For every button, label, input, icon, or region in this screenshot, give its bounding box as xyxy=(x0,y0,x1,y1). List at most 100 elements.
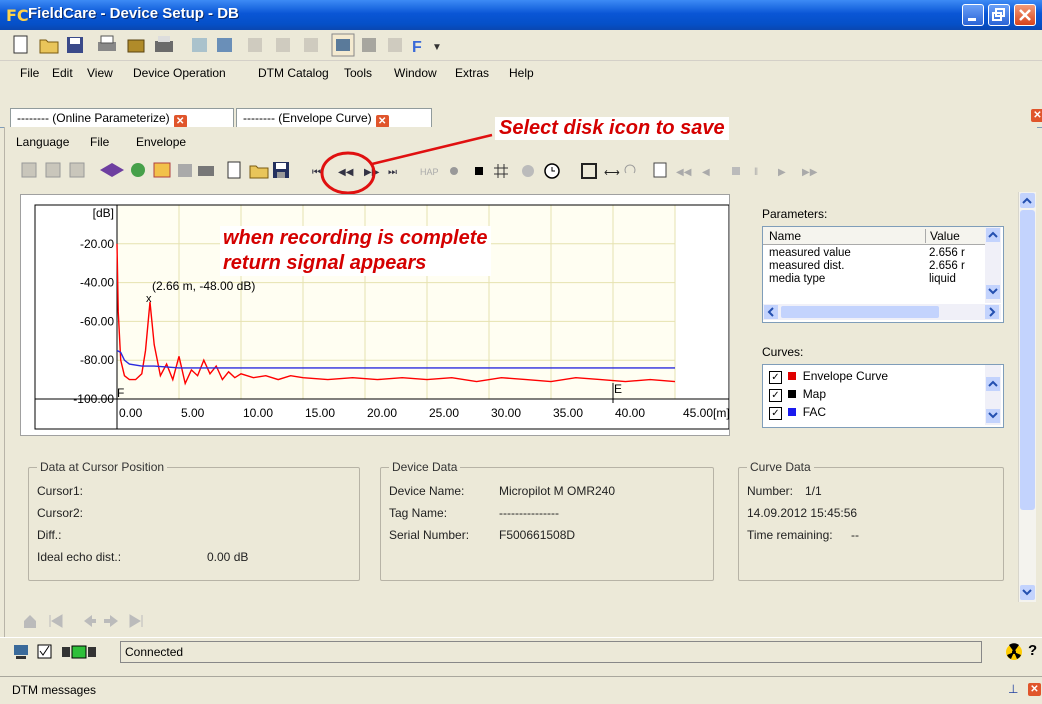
dropdown-arrow-icon: ▼ xyxy=(432,42,442,53)
parameters-vscroll[interactable] xyxy=(985,227,1001,303)
device-name-value: Micropilot M OMR240 xyxy=(499,484,616,498)
param-value: liquid xyxy=(929,273,956,285)
save-disk-icon xyxy=(273,162,289,178)
y-tick-label: -60.00 xyxy=(80,314,114,328)
menu-help[interactable]: Help xyxy=(509,66,534,80)
header-name: Name xyxy=(769,229,802,243)
minimize-icon xyxy=(968,18,976,21)
cursor1-label: Cursor1: xyxy=(37,484,84,498)
tab-label: -------- (Online Parameterize) xyxy=(17,111,170,125)
x-tick-label: 5.00 xyxy=(181,406,205,420)
menu-file[interactable]: File xyxy=(20,66,39,80)
close-icon xyxy=(1019,9,1031,21)
y-axis-label: [dB] xyxy=(93,206,114,220)
tag-name-value: --------------- xyxy=(499,506,559,520)
ideal-echo-value: 0.00 dB xyxy=(207,550,249,564)
device-data-group: Device Data Device Name: Micropilot M OM… xyxy=(380,460,714,581)
menu-extras[interactable]: Extras xyxy=(455,66,489,80)
close-window-button[interactable] xyxy=(1014,4,1036,26)
x-tick-label: 15.00 xyxy=(305,406,335,420)
parameters-table[interactable]: Name Value measured value measured dist.… xyxy=(762,226,1004,323)
curves-list[interactable]: ✓ Envelope Curve ✓ Map ✓ FAC xyxy=(762,364,1004,428)
menu-edit[interactable]: Edit xyxy=(52,66,73,80)
close-messages-icon[interactable]: ✕ xyxy=(1028,683,1041,696)
submenu-language[interactable]: Language xyxy=(16,135,69,149)
submenu-envelope[interactable]: Envelope xyxy=(136,135,186,149)
settings-icon xyxy=(131,163,145,177)
curve-data-group: Curve Data Number: 1/1 14.09.2012 15:45:… xyxy=(738,460,1004,581)
param-name: measured value xyxy=(769,247,851,259)
y-tick-label: -80.00 xyxy=(80,353,114,367)
x-tick-label: 10.00 xyxy=(243,406,273,420)
scan-icon xyxy=(362,38,376,52)
submenu-file[interactable]: File xyxy=(90,135,109,149)
curve-item-fac[interactable]: ✓ FAC xyxy=(769,405,826,420)
restore-button[interactable] xyxy=(988,4,1010,26)
scroll-arrows-icon xyxy=(986,228,1000,299)
parameters-hscroll[interactable] xyxy=(763,304,1001,320)
curve-label: Envelope Curve xyxy=(802,369,889,383)
view-tile-icon xyxy=(69,162,85,178)
close-all-tabs-icon[interactable]: ✕ xyxy=(1031,109,1042,122)
x-tick-label: 20.00 xyxy=(367,406,397,420)
tab-online-parameterize[interactable]: -------- (Online Parameterize) ✕ xyxy=(10,108,234,128)
y-tick-label: -100.00 xyxy=(73,392,114,406)
scroll-arrows-icon xyxy=(986,377,1000,423)
checkbox-checked-icon[interactable]: ✓ xyxy=(769,371,782,384)
e-marker-label: E xyxy=(614,382,622,396)
curve-item-map[interactable]: ✓ Map xyxy=(769,387,826,402)
parameters-values: 2.656 r 2.656 r liquid xyxy=(929,247,965,286)
restore-icon xyxy=(992,8,1005,21)
f-marker-label: F xyxy=(117,386,124,400)
checkbox-icon xyxy=(37,644,52,659)
recording-hint-annotation: when recording is complete return signal… xyxy=(220,226,491,276)
config-icon xyxy=(100,163,124,177)
last-page-icon xyxy=(129,614,143,628)
connect-icon xyxy=(217,38,232,52)
x-tick-label: 25.00 xyxy=(429,406,459,420)
radiation-icon[interactable] xyxy=(1004,642,1024,662)
serial-number-value: F500661508D xyxy=(499,528,576,542)
pin-icon[interactable]: ⊥ xyxy=(1008,682,1018,696)
time-remaining-value: -- xyxy=(851,528,859,542)
parameters-names: measured value measured dist. media type xyxy=(769,247,851,286)
menu-bar: File Edit View Device Operation DTM Cata… xyxy=(0,61,1042,85)
device-tree-icon xyxy=(331,33,355,57)
disabled-tool-icon xyxy=(276,38,290,52)
x-unit-label: 45.00[m] xyxy=(683,406,729,420)
curve-item-envelope[interactable]: ✓ Envelope Curve xyxy=(769,369,888,384)
device-print-icon xyxy=(155,36,173,52)
menu-device-operation[interactable]: Device Operation xyxy=(133,66,226,80)
help-icon[interactable]: ? xyxy=(1028,642,1037,659)
main-toolbar: F ▼ xyxy=(0,30,1042,61)
cursor-data-title: Data at Cursor Position xyxy=(37,460,168,474)
checkbox-checked-icon[interactable]: ✓ xyxy=(769,389,782,402)
forward-icon xyxy=(104,615,118,627)
checkbox-checked-icon[interactable]: ✓ xyxy=(769,407,782,420)
ideal-echo-label: Ideal echo dist.: xyxy=(37,550,122,564)
cursor-marker: x xyxy=(146,293,152,305)
header-value: Value xyxy=(925,229,960,243)
curves-vscroll[interactable] xyxy=(985,365,1001,425)
annotation-arrow xyxy=(371,133,493,166)
dtm-messages-label: DTM messages xyxy=(12,683,97,697)
main-vertical-scrollbar[interactable] xyxy=(1018,192,1036,602)
network-icon xyxy=(192,38,207,52)
minimize-button[interactable] xyxy=(962,4,984,26)
menu-view[interactable]: View xyxy=(87,66,113,80)
view-tile-icon xyxy=(45,162,61,178)
x-tick-label: 40.00 xyxy=(615,406,645,420)
curve-number-label: Number: xyxy=(747,484,794,498)
new-file-icon xyxy=(13,35,28,54)
tag-name-label: Tag Name: xyxy=(389,506,448,520)
new-file-icon xyxy=(227,161,241,179)
app-logo: FC xyxy=(6,6,29,25)
cursor-data-group: Data at Cursor Position Cursor1: Cursor2… xyxy=(28,460,360,581)
cursor2-label: Cursor2: xyxy=(37,506,84,520)
y-tick-label: -20.00 xyxy=(80,237,114,251)
menu-window[interactable]: Window xyxy=(394,66,437,80)
curve-timestamp: 14.09.2012 15:45:56 xyxy=(747,506,858,520)
recording-hint-line2: return signal appears xyxy=(223,252,427,274)
menu-tools[interactable]: Tools xyxy=(344,66,372,80)
menu-dtm-catalog[interactable]: DTM Catalog xyxy=(258,66,329,80)
